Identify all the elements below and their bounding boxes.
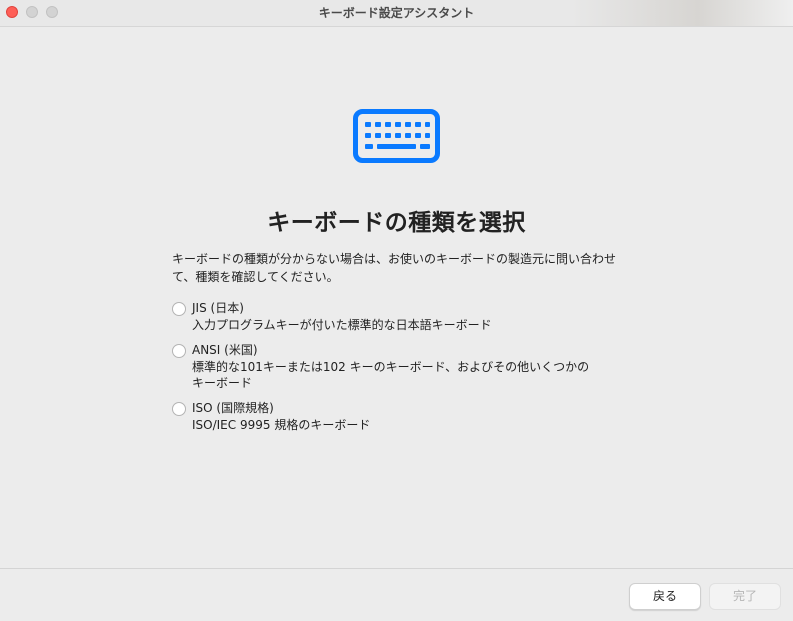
option-jis-text: JIS (日本) 入力プログラムキーが付いた標準的な日本語キーボード	[192, 300, 612, 333]
description-line-1: キーボードの種類が分からない場合は、お使いのキーボードの製造元に問い合わせ	[172, 252, 617, 266]
keyboard-icon	[353, 109, 440, 163]
option-ansi-title: ANSI (米国)	[192, 343, 258, 357]
radio-ansi[interactable]	[172, 344, 186, 358]
keyboard-setup-window: キーボード設定アシスタント キーボードの種類を選択 キーボードの種類が分からない…	[0, 0, 793, 621]
option-iso-title: ISO (国際規格)	[192, 401, 274, 415]
radio-jis[interactable]	[172, 302, 186, 316]
option-iso-desc: ISO/IEC 9995 規格のキーボード	[192, 418, 371, 432]
option-ansi-desc-line-2: キーボード	[192, 376, 253, 390]
option-jis-title: JIS (日本)	[192, 301, 244, 315]
title-bar: キーボード設定アシスタント	[0, 0, 793, 27]
description-text: キーボードの種類が分からない場合は、お使いのキーボードの製造元に問い合わせ て、…	[172, 250, 622, 286]
footer-divider	[0, 568, 793, 569]
back-button[interactable]: 戻る	[629, 583, 701, 610]
description-line-2: て、種類を確認してください。	[172, 270, 339, 284]
page-heading: キーボードの種類を選択	[267, 210, 526, 236]
option-jis-desc: 入力プログラムキーが付いた標準的な日本語キーボード	[192, 318, 492, 332]
option-iso-text: ISO (国際規格) ISO/IEC 9995 規格のキーボード	[192, 400, 612, 433]
done-button[interactable]: 完了	[709, 583, 781, 610]
window-title: キーボード設定アシスタント	[318, 6, 475, 20]
option-ansi-text: ANSI (米国) 標準的な101キーまたは102 キーのキーボード、およびその…	[192, 342, 612, 391]
radio-iso[interactable]	[172, 402, 186, 416]
option-ansi-desc-line-1: 標準的な101キーまたは102 キーのキーボード、およびその他いくつかの	[192, 360, 590, 374]
